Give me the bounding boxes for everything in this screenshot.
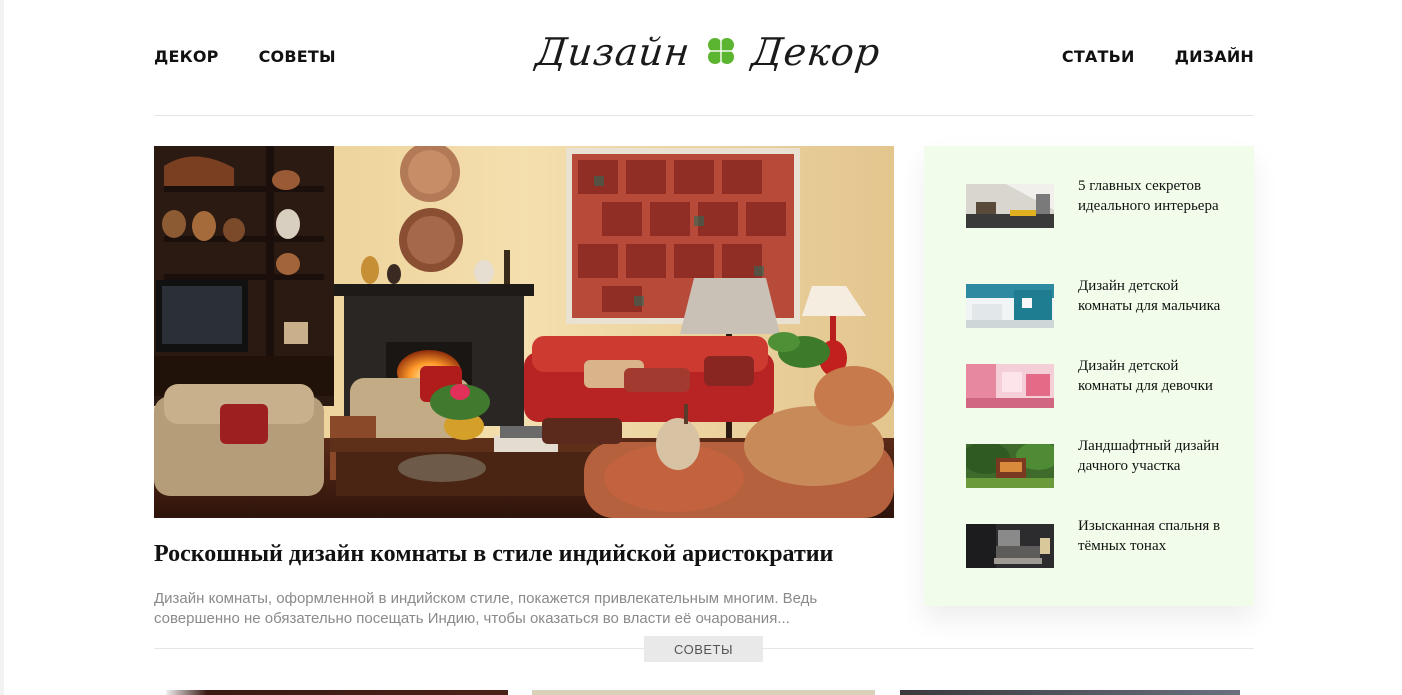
sidebar-item[interactable]: Изысканная спальня в тёмных тонах [966,516,1228,568]
category-badge[interactable]: СОВЕТЫ [644,636,763,662]
sidebar-popular: 5 главных секретов идеального интерьера … [924,146,1254,606]
nav-right: СТАТЬИ ДИЗАЙН [1062,47,1254,66]
sidebar-item-title: Дизайн детской комнаты для девочки [1078,358,1213,394]
clover-icon [706,37,737,67]
sidebar-thumb [966,284,1054,328]
sidebar-item-title: Дизайн детской комнаты для мальчика [1078,278,1221,314]
sidebar-item[interactable]: Дизайн детской комнаты для девочки [966,356,1228,408]
sidebar-item-title: Изысканная спальня в тёмных тонах [1078,518,1221,554]
logo-text-right: Декор [749,30,883,74]
sidebar-item[interactable]: 5 главных секретов идеального интерьера [966,176,1228,228]
nav-link-tips[interactable]: СОВЕТЫ [259,47,336,66]
next-article-thumb[interactable] [166,690,508,695]
nav-link-design[interactable]: ДИЗАЙН [1175,47,1254,66]
sidebar-item-title: 5 главных секретов идеального интерьера [1078,178,1219,214]
nav-link-decor[interactable]: ДЕКОР [154,47,219,66]
sidebar-item-title: Ландшафтный дизайн дачного участка [1078,438,1220,474]
page-left-edge [0,0,4,695]
page: ДЕКОР СОВЕТЫ Дизайн Декор СТАТЬИ ДИЗАЙН [0,0,1402,695]
featured-excerpt: Дизайн комнаты, оформленной в индийском … [154,590,818,627]
sidebar-thumb [966,444,1054,488]
sidebar-item[interactable]: Ландшафтный дизайн дачного участка [966,436,1228,488]
site-logo[interactable]: Дизайн Декор [533,24,883,80]
header-divider [154,115,1254,116]
featured-title[interactable]: Роскошный дизайн комнаты в стиле индийск… [154,538,894,570]
featured-image[interactable] [154,146,894,518]
next-article-thumb[interactable] [900,690,1240,695]
nav-link-articles[interactable]: СТАТЬИ [1062,47,1135,66]
sidebar-thumb [966,364,1054,408]
sidebar-thumb [966,184,1054,228]
sidebar-item[interactable]: Дизайн детской комнаты для мальчика [966,276,1228,328]
sidebar-thumb [966,524,1054,568]
logo-text-left: Дизайн [533,30,693,74]
next-article-thumb[interactable] [532,690,875,695]
nav-left: ДЕКОР СОВЕТЫ [154,47,336,66]
featured-room-illustration [154,146,894,518]
